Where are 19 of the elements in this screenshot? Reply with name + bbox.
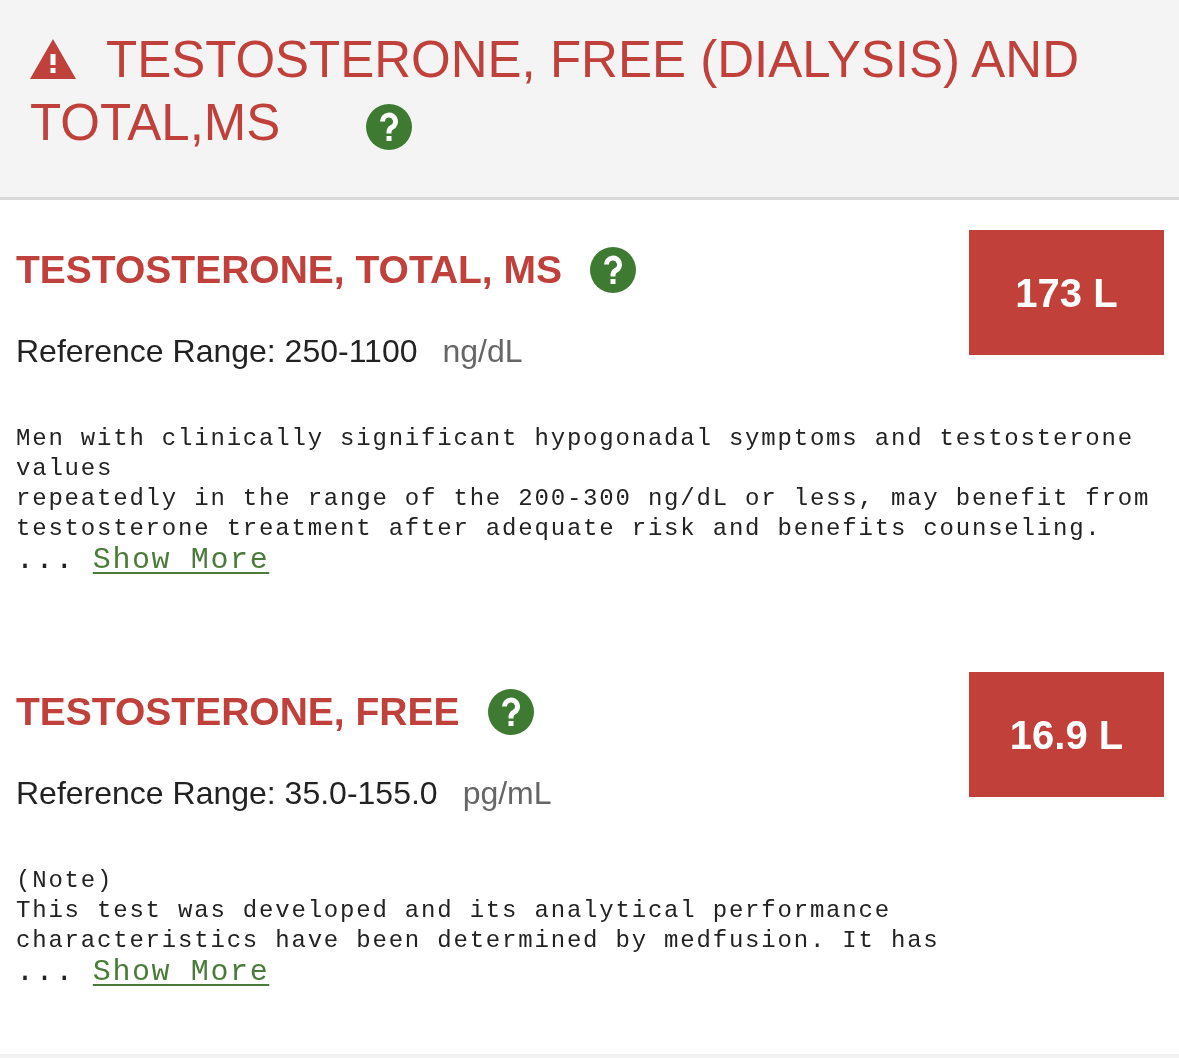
- units-label: pg/mL: [462, 775, 552, 811]
- page-title: TESTOSTERONE, FREE (DIALYSIS) AND: [106, 31, 1079, 88]
- ellipsis-text: ...: [16, 955, 75, 989]
- page-title: TOTAL,MS: [30, 94, 281, 151]
- result-value: 173 L: [969, 230, 1164, 355]
- test-name: TESTOSTERONE, TOTAL, MS: [16, 247, 563, 293]
- ellipsis-text: ...: [16, 543, 75, 577]
- help-icon[interactable]: [366, 103, 413, 150]
- result-value: 16.9 L: [969, 672, 1164, 797]
- test-name: TESTOSTERONE, FREE: [16, 689, 460, 735]
- help-icon[interactable]: [590, 247, 637, 293]
- show-more-link[interactable]: Show More: [92, 955, 270, 989]
- units-label: ng/dL: [442, 333, 523, 369]
- result-comment: (Note) This test was developed and its analytical performance characteristics have been determined by medfusion. It has: [16, 866, 941, 956]
- show-more-link[interactable]: Show More: [92, 543, 270, 577]
- reference-range: Reference Range: 250-1100: [16, 333, 418, 369]
- help-icon[interactable]: [487, 689, 534, 735]
- reference-range: Reference Range: 35.0-155.0: [16, 775, 438, 811]
- result-comment: Men with clinically significant hypogonadal symptoms and testosterone values repeatedly in the range of the 200-300 ng/dL or less, may benefit from testosterone treatment after adequate risk and benefits counseling.: [16, 424, 1152, 544]
